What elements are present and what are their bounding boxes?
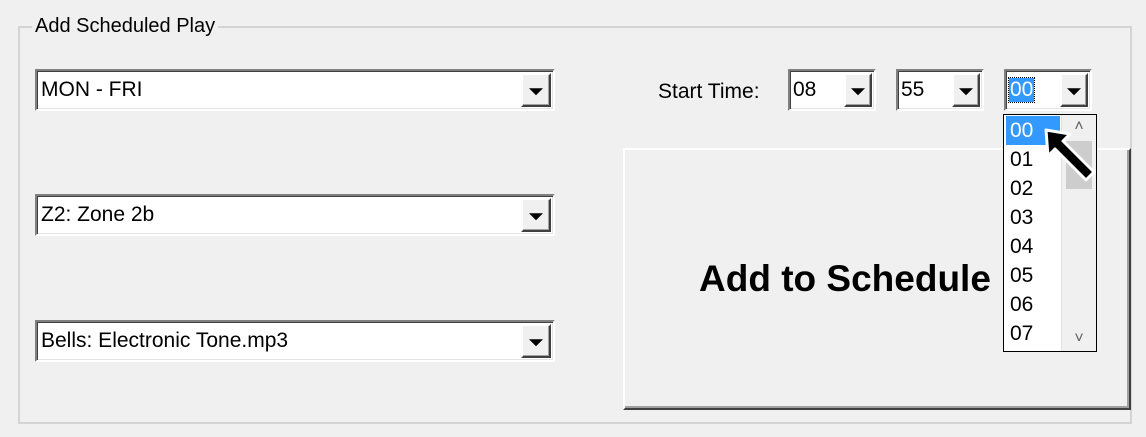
day-select[interactable]: MON - FRI — [35, 69, 555, 111]
start-second-dropdown-button[interactable] — [1060, 73, 1088, 107]
audio-file-select-value: Bells: Electronic Tone.mp3 — [41, 329, 289, 352]
zone-select-dropdown-button[interactable] — [521, 198, 551, 232]
list-item[interactable]: 03 — [1006, 203, 1060, 232]
day-select-value: MON - FRI — [41, 78, 143, 101]
start-minute-dropdown-button[interactable] — [952, 73, 980, 107]
list-item[interactable]: 04 — [1006, 232, 1060, 261]
group-title: Add Scheduled Play — [32, 14, 219, 38]
start-hour-select[interactable]: 08 — [788, 69, 876, 111]
chevron-down-icon — [959, 88, 973, 96]
chevron-down-icon — [529, 88, 543, 96]
list-item[interactable]: 07 — [1006, 319, 1060, 348]
chevron-down-icon — [529, 339, 543, 347]
audio-file-select-dropdown-button[interactable] — [521, 324, 551, 358]
audio-file-select[interactable]: Bells: Electronic Tone.mp3 — [35, 320, 555, 362]
day-select-dropdown-button[interactable] — [521, 73, 551, 107]
chevron-down-icon — [529, 213, 543, 221]
start-minute-select[interactable]: 55 — [896, 69, 984, 111]
scroll-down-icon[interactable]: ˅ — [1062, 327, 1096, 351]
start-hour-value: 08 — [793, 78, 817, 101]
zone-select-value: Z2: Zone 2b — [41, 203, 155, 226]
list-item[interactable]: 05 — [1006, 261, 1060, 290]
chevron-down-icon — [1067, 88, 1081, 96]
mouse-pointer-icon — [1044, 128, 1096, 182]
start-time-label: Start Time: — [658, 80, 760, 103]
zone-select[interactable]: Z2: Zone 2b — [35, 194, 555, 236]
chevron-down-icon — [851, 88, 865, 96]
start-minute-value: 55 — [901, 78, 925, 101]
start-second-select[interactable]: 00 — [1004, 69, 1092, 111]
start-second-value: 00 — [1007, 77, 1036, 103]
start-hour-dropdown-button[interactable] — [844, 73, 872, 107]
list-item[interactable]: 06 — [1006, 290, 1060, 319]
add-to-schedule-label: Add to Schedule — [699, 258, 991, 299]
